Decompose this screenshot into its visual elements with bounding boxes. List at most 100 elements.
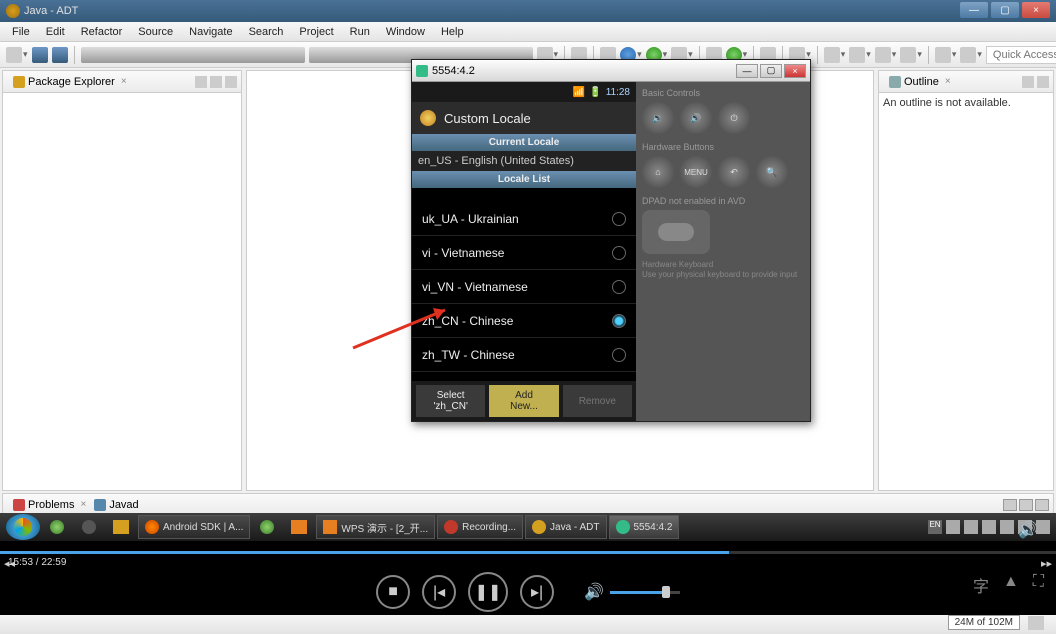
memory-indicator[interactable]: 24M of 102M — [948, 615, 1020, 630]
menu-help[interactable]: Help — [433, 24, 472, 40]
remove-button[interactable]: Remove — [563, 385, 632, 417]
radio-icon[interactable] — [612, 348, 626, 362]
home-button[interactable]: ⌂ — [642, 156, 674, 188]
pause-button[interactable]: ❚❚ — [468, 572, 508, 612]
locale-item[interactable]: uk_UA - Ukrainian — [412, 202, 636, 236]
task-button[interactable]: WPS 演示 - [2_开... — [316, 515, 435, 539]
menu-run[interactable]: Run — [342, 24, 378, 40]
progress-fill — [0, 551, 729, 554]
next-chapter-button[interactable]: ▸▸ — [1041, 557, 1052, 570]
emu-close-button[interactable]: × — [784, 64, 806, 78]
search-button[interactable]: 🔍 — [756, 156, 788, 188]
menu-source[interactable]: Source — [130, 24, 181, 40]
task-button[interactable]: Java - ADT — [525, 515, 606, 539]
fullscreen-button[interactable]: ⛶ — [1033, 573, 1044, 597]
upload-button[interactable]: ▲ — [1003, 573, 1019, 597]
link-icon[interactable] — [210, 76, 222, 88]
radio-icon[interactable] — [612, 246, 626, 260]
max-icon[interactable] — [1037, 76, 1049, 88]
pinned-app[interactable] — [106, 514, 136, 540]
collapse-icon[interactable] — [195, 76, 207, 88]
volume-slider[interactable] — [610, 591, 680, 594]
radio-icon-selected[interactable] — [612, 314, 626, 328]
progress-bar[interactable] — [0, 551, 1056, 554]
close-button[interactable]: × — [1022, 2, 1050, 18]
task-button[interactable]: Android SDK | A... — [138, 515, 250, 539]
gc-button[interactable] — [1028, 616, 1044, 630]
tab-outline[interactable]: Outline × — [885, 74, 955, 90]
locale-item[interactable]: zh_TW - Chinese — [412, 338, 636, 372]
tray-icon[interactable] — [964, 520, 978, 534]
task-button-active[interactable]: 5554:4.2 — [609, 515, 680, 539]
close-icon[interactable]: × — [121, 76, 127, 87]
emu-minimize-button[interactable]: — — [736, 64, 758, 78]
next-button[interactable]: ▸| — [520, 575, 554, 609]
volume-down-button[interactable]: 🔉 — [642, 102, 674, 134]
section-list: Locale List — [412, 171, 636, 188]
tab-problems[interactable]: Problems × — [9, 497, 90, 513]
menu-icon[interactable] — [225, 76, 237, 88]
pinned-app[interactable] — [42, 514, 72, 540]
volume-icon[interactable]: 🔊 — [584, 582, 604, 602]
nav2-icon[interactable] — [849, 47, 865, 63]
add-new-button[interactable]: Add New... — [489, 385, 558, 417]
nav-icon[interactable] — [824, 47, 840, 63]
menu-button[interactable]: MENU — [680, 156, 712, 188]
locale-item[interactable]: vi_VN - Vietnamese — [412, 270, 636, 304]
menu-search[interactable]: Search — [241, 24, 292, 40]
pane-min-icon[interactable] — [1019, 499, 1033, 511]
menu-navigate[interactable]: Navigate — [181, 24, 240, 40]
menu-refactor[interactable]: Refactor — [73, 24, 131, 40]
pinned-app[interactable] — [252, 514, 282, 540]
select-button[interactable]: Select 'zh_CN' — [416, 385, 485, 417]
pane-menu-icon[interactable] — [1003, 499, 1017, 511]
power-button[interactable]: ⏻ — [718, 102, 750, 134]
eclipse-icon — [6, 4, 20, 18]
pane-max-icon[interactable] — [1035, 499, 1049, 511]
menu-project[interactable]: Project — [291, 24, 341, 40]
tab-package-explorer[interactable]: Package Explorer × — [9, 74, 131, 90]
menu-window[interactable]: Window — [378, 24, 433, 40]
minimize-button[interactable]: — — [960, 2, 988, 18]
tab-javadoc[interactable]: Javad — [90, 497, 142, 513]
save-all-icon[interactable] — [52, 47, 68, 63]
emulator-titlebar[interactable]: 5554:4.2 — ▢ × — [412, 60, 810, 82]
new-icon[interactable] — [6, 47, 22, 63]
fwd-icon[interactable] — [960, 47, 976, 63]
tray-volume-icon[interactable]: 🔊 — [1018, 520, 1032, 534]
close-icon[interactable]: × — [80, 499, 86, 510]
nav3-icon[interactable] — [875, 47, 891, 63]
menu-file[interactable]: File — [4, 24, 38, 40]
locale-list[interactable]: uk_UA - Ukrainian vi - Vietnamese vi_VN … — [412, 188, 636, 381]
emu-maximize-button[interactable]: ▢ — [760, 64, 782, 78]
section-current: Current Locale — [412, 134, 636, 151]
radio-icon[interactable] — [612, 280, 626, 294]
tray-lang-icon[interactable]: EN — [928, 520, 942, 534]
tray-icon[interactable] — [982, 520, 996, 534]
tray-icon[interactable] — [1036, 520, 1050, 534]
save-icon[interactable] — [32, 47, 48, 63]
pinned-app[interactable] — [284, 514, 314, 540]
back-icon[interactable] — [935, 47, 951, 63]
subtitle-button[interactable]: 字 — [973, 573, 989, 597]
volume-up-button[interactable]: 🔊 — [680, 102, 712, 134]
menu-edit[interactable]: Edit — [38, 24, 73, 40]
min-icon[interactable] — [1022, 76, 1034, 88]
tray-icon[interactable] — [1000, 520, 1014, 534]
maximize-button[interactable]: ▢ — [991, 2, 1019, 18]
pinned-app[interactable] — [74, 514, 104, 540]
avd-icon[interactable] — [81, 47, 305, 63]
tray-icon[interactable] — [946, 520, 960, 534]
problems-icon — [13, 499, 25, 511]
radio-icon[interactable] — [612, 212, 626, 226]
stop-button[interactable]: ■ — [376, 575, 410, 609]
prev-button[interactable]: |◂ — [422, 575, 456, 609]
locale-item[interactable]: vi - Vietnamese — [412, 236, 636, 270]
close-icon[interactable]: × — [945, 76, 951, 87]
start-button[interactable] — [6, 514, 40, 540]
quick-access-input[interactable] — [986, 46, 1056, 64]
back-button[interactable]: ↶ — [718, 156, 750, 188]
nav4-icon[interactable] — [900, 47, 916, 63]
task-button[interactable]: Recording... — [437, 515, 523, 539]
locale-item[interactable]: zh_CN - Chinese — [412, 304, 636, 338]
